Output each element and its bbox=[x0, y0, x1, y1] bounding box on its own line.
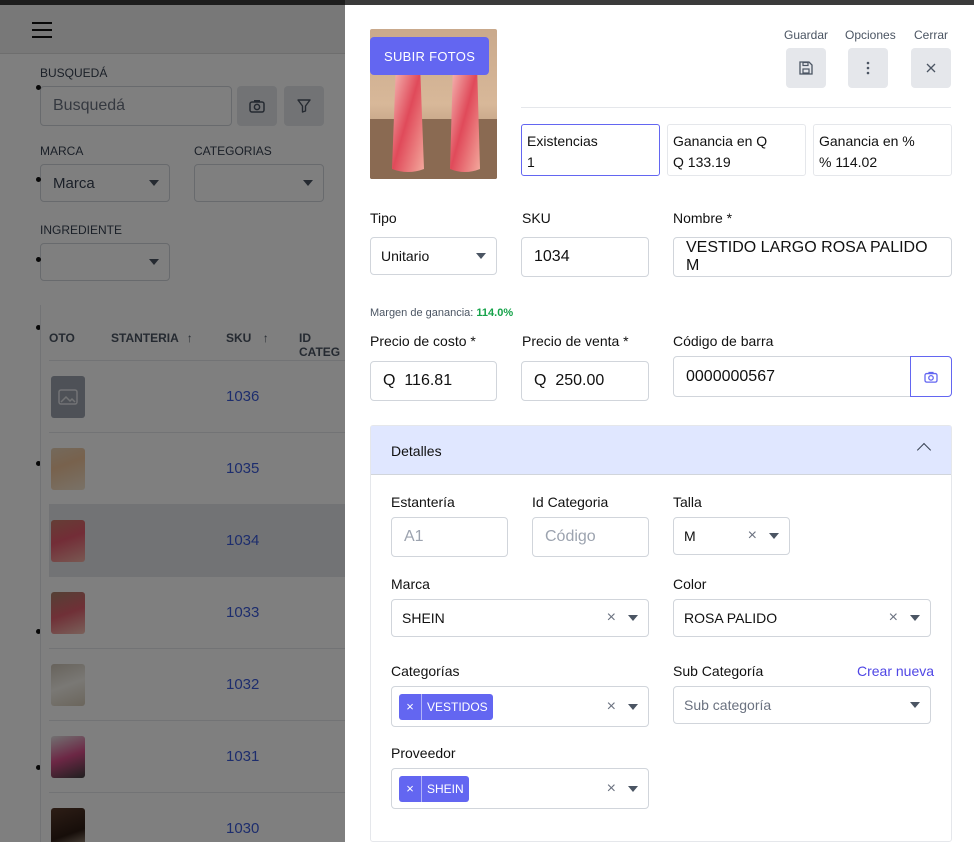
chevron-up-icon[interactable] bbox=[916, 442, 932, 458]
profit-pct-value: % 114.02 bbox=[819, 154, 878, 170]
categories-label: Categorías bbox=[391, 663, 460, 679]
brand-value: SHEIN bbox=[402, 610, 445, 626]
shelf-input[interactable]: A1 bbox=[391, 517, 508, 557]
size-select[interactable]: M × bbox=[673, 517, 790, 555]
product-edit-drawer: SUBIR FOTOS Guardar Opciones Cerrar Exis… bbox=[345, 5, 974, 842]
close-icon bbox=[926, 63, 936, 73]
sku-label: SKU bbox=[522, 210, 551, 226]
options-button[interactable] bbox=[848, 48, 888, 88]
categories-select[interactable]: × VESTIDOS × bbox=[391, 686, 649, 727]
close-label: Cerrar bbox=[913, 28, 948, 42]
clear-icon[interactable]: × bbox=[748, 527, 757, 545]
details-title: Detalles bbox=[391, 443, 442, 459]
chevron-down-icon bbox=[628, 615, 638, 621]
name-label: Nombre * bbox=[673, 210, 733, 226]
profit-q-value: Q 133.19 bbox=[673, 154, 731, 170]
stock-value: 1 bbox=[527, 154, 535, 170]
clear-icon[interactable]: × bbox=[607, 609, 616, 627]
barcode-scan-button[interactable] bbox=[910, 356, 952, 397]
close-button[interactable] bbox=[911, 48, 951, 88]
clear-icon[interactable]: × bbox=[607, 780, 616, 798]
barcode-input[interactable]: 0000000567 bbox=[673, 356, 911, 397]
options-action: Opciones bbox=[845, 28, 896, 88]
shelf-label: Estantería bbox=[391, 494, 455, 510]
create-new-link[interactable]: Crear nueva bbox=[857, 663, 934, 679]
upload-photos-button[interactable]: SUBIR FOTOS bbox=[370, 37, 490, 75]
category-id-input[interactable]: Código bbox=[532, 517, 649, 557]
profit-margin-text: Margen de ganancia: 114.0% bbox=[370, 307, 513, 319]
subcategory-label: Sub Categoría bbox=[673, 663, 764, 679]
modal-backdrop[interactable] bbox=[0, 0, 345, 842]
margin-label: Margen de ganancia: bbox=[370, 307, 474, 319]
save-action: Guardar bbox=[783, 28, 829, 88]
clear-icon[interactable]: × bbox=[607, 698, 616, 716]
divider bbox=[521, 107, 951, 108]
name-input[interactable]: VESTIDO LARGO ROSA PALIDO M bbox=[673, 237, 952, 277]
profit-pct-label: Ganancia en % bbox=[819, 133, 915, 149]
subcategory-select[interactable]: Sub categoría bbox=[673, 686, 931, 724]
remove-tag-icon[interactable]: × bbox=[399, 693, 422, 720]
profit-q-label: Ganancia en Q bbox=[673, 133, 768, 149]
clear-icon[interactable]: × bbox=[889, 609, 898, 627]
options-label: Opciones bbox=[845, 28, 896, 42]
supplier-label: Proveedor bbox=[391, 745, 456, 761]
brand-select[interactable]: SHEIN × bbox=[391, 599, 649, 637]
chevron-down-icon bbox=[628, 785, 638, 792]
stock-card[interactable]: Existencias 1 bbox=[521, 124, 660, 176]
chevron-down-icon bbox=[910, 615, 920, 621]
color-label: Color bbox=[673, 576, 707, 592]
supplier-tag: × SHEIN bbox=[399, 775, 469, 802]
color-select[interactable]: ROSA PALIDO × bbox=[673, 599, 931, 637]
chevron-down-icon bbox=[769, 533, 779, 539]
sku-input[interactable]: 1034 bbox=[521, 237, 649, 277]
details-section: Detalles Estantería A1 Id Categoria Códi… bbox=[370, 425, 952, 842]
type-select[interactable]: Unitario bbox=[370, 237, 497, 275]
color-value: ROSA PALIDO bbox=[684, 610, 778, 626]
chevron-down-icon bbox=[910, 702, 920, 708]
subcategory-placeholder: Sub categoría bbox=[684, 697, 772, 713]
price-input[interactable]: Q 250.00 bbox=[521, 361, 649, 401]
type-value: Unitario bbox=[381, 248, 430, 264]
close-action: Cerrar bbox=[908, 28, 954, 88]
category-id-label: Id Categoria bbox=[532, 494, 609, 510]
chevron-down-icon bbox=[628, 703, 638, 710]
margin-value: 114.0% bbox=[476, 307, 514, 319]
price-label: Precio de venta * bbox=[522, 333, 629, 349]
chevron-down-icon bbox=[476, 253, 486, 259]
details-header[interactable]: Detalles bbox=[371, 426, 951, 475]
profit-pct-card: Ganancia en % % 114.02 bbox=[813, 124, 952, 176]
camera-icon bbox=[924, 371, 938, 383]
brand-label: Marca bbox=[391, 576, 430, 592]
stock-label: Existencias bbox=[527, 133, 598, 149]
category-tag: × VESTIDOS bbox=[399, 693, 493, 720]
kebab-menu-icon bbox=[866, 61, 870, 75]
type-label: Tipo bbox=[370, 210, 397, 226]
cost-input[interactable]: Q 116.81 bbox=[370, 361, 497, 401]
save-button[interactable] bbox=[786, 48, 826, 88]
supplier-select[interactable]: × SHEIN × bbox=[391, 768, 649, 809]
size-value: M bbox=[684, 528, 696, 544]
save-label: Guardar bbox=[783, 28, 829, 42]
profit-q-card: Ganancia en Q Q 133.19 bbox=[667, 124, 806, 176]
save-icon bbox=[799, 61, 813, 75]
supplier-tag-label: SHEIN bbox=[427, 781, 464, 796]
barcode-label: Código de barra bbox=[673, 333, 774, 349]
remove-tag-icon[interactable]: × bbox=[399, 775, 422, 802]
cost-label: Precio de costo * bbox=[370, 333, 476, 349]
size-label: Talla bbox=[673, 494, 702, 510]
category-tag-label: VESTIDOS bbox=[427, 699, 488, 714]
